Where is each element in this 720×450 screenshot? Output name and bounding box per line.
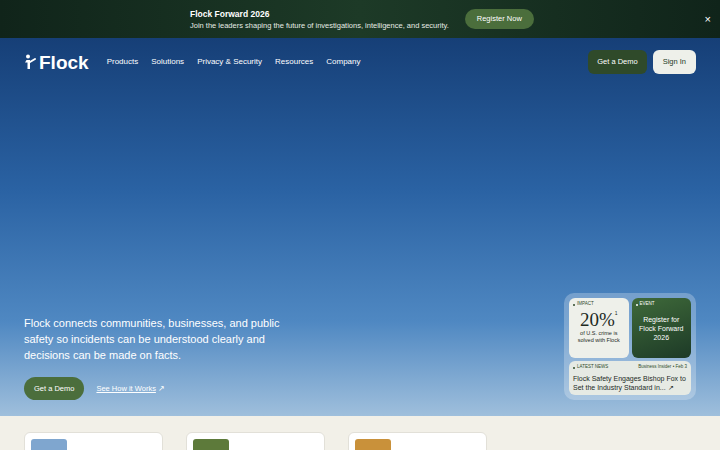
- page: Flock Forward 2026Join the leaders shapi…: [0, 0, 720, 450]
- card-image: [355, 439, 391, 450]
- flock-logo-icon: [24, 54, 36, 70]
- nav-item[interactable]: Privacy & Security: [197, 56, 262, 68]
- nav-item[interactable]: Products: [107, 56, 139, 68]
- close-banner-button[interactable]: ×: [705, 14, 720, 25]
- navbar: Flock Products Solutions Privacy & Security…: [0, 38, 720, 86]
- dot-icon: [573, 367, 575, 369]
- content-card[interactable]: [24, 432, 163, 450]
- banner-title: Flock Forward 2026: [190, 8, 449, 20]
- nav-item[interactable]: Solutions: [151, 56, 184, 68]
- card-image: [31, 439, 67, 450]
- card-image: [193, 439, 229, 450]
- logo[interactable]: Flock: [24, 53, 89, 72]
- see-how-link[interactable]: See How it Works ↗: [96, 383, 165, 394]
- banner-subtitle: Join the leaders shaping the future of i…: [190, 20, 449, 31]
- highlights-panel: IMPACT20%1of U.S. crime is solved with F…: [564, 293, 696, 400]
- card-row: [0, 416, 720, 450]
- dot-icon: [573, 304, 575, 306]
- news-card[interactable]: LATEST NEWSBusiness Insider • Feb 3Flock…: [569, 361, 691, 395]
- nav-menu: Products Solutions Privacy & Security Resou…: [107, 56, 361, 68]
- hero-text: Flock connects communities, businesses, …: [24, 315, 286, 363]
- hero: Flock Products Solutions Privacy & Security…: [0, 38, 720, 416]
- get-demo-button[interactable]: Get a Demo: [588, 50, 646, 73]
- event-banner: Flock Forward 2026Join the leaders shapi…: [0, 0, 720, 38]
- content-card[interactable]: [348, 432, 487, 450]
- hero-demo-button[interactable]: Get a Demo: [24, 377, 84, 400]
- sign-in-button[interactable]: Sign In: [653, 50, 696, 73]
- impact-card: IMPACT20%1of U.S. crime is solved with F…: [569, 298, 629, 358]
- nav-item[interactable]: Resources: [275, 56, 313, 68]
- register-now-button[interactable]: Register Now: [465, 9, 534, 28]
- content-card[interactable]: [186, 432, 325, 450]
- dot-icon: [636, 304, 638, 306]
- nav-item[interactable]: Company: [326, 56, 360, 68]
- event-card[interactable]: EVENTRegister for Flock Forward 2026: [632, 298, 692, 358]
